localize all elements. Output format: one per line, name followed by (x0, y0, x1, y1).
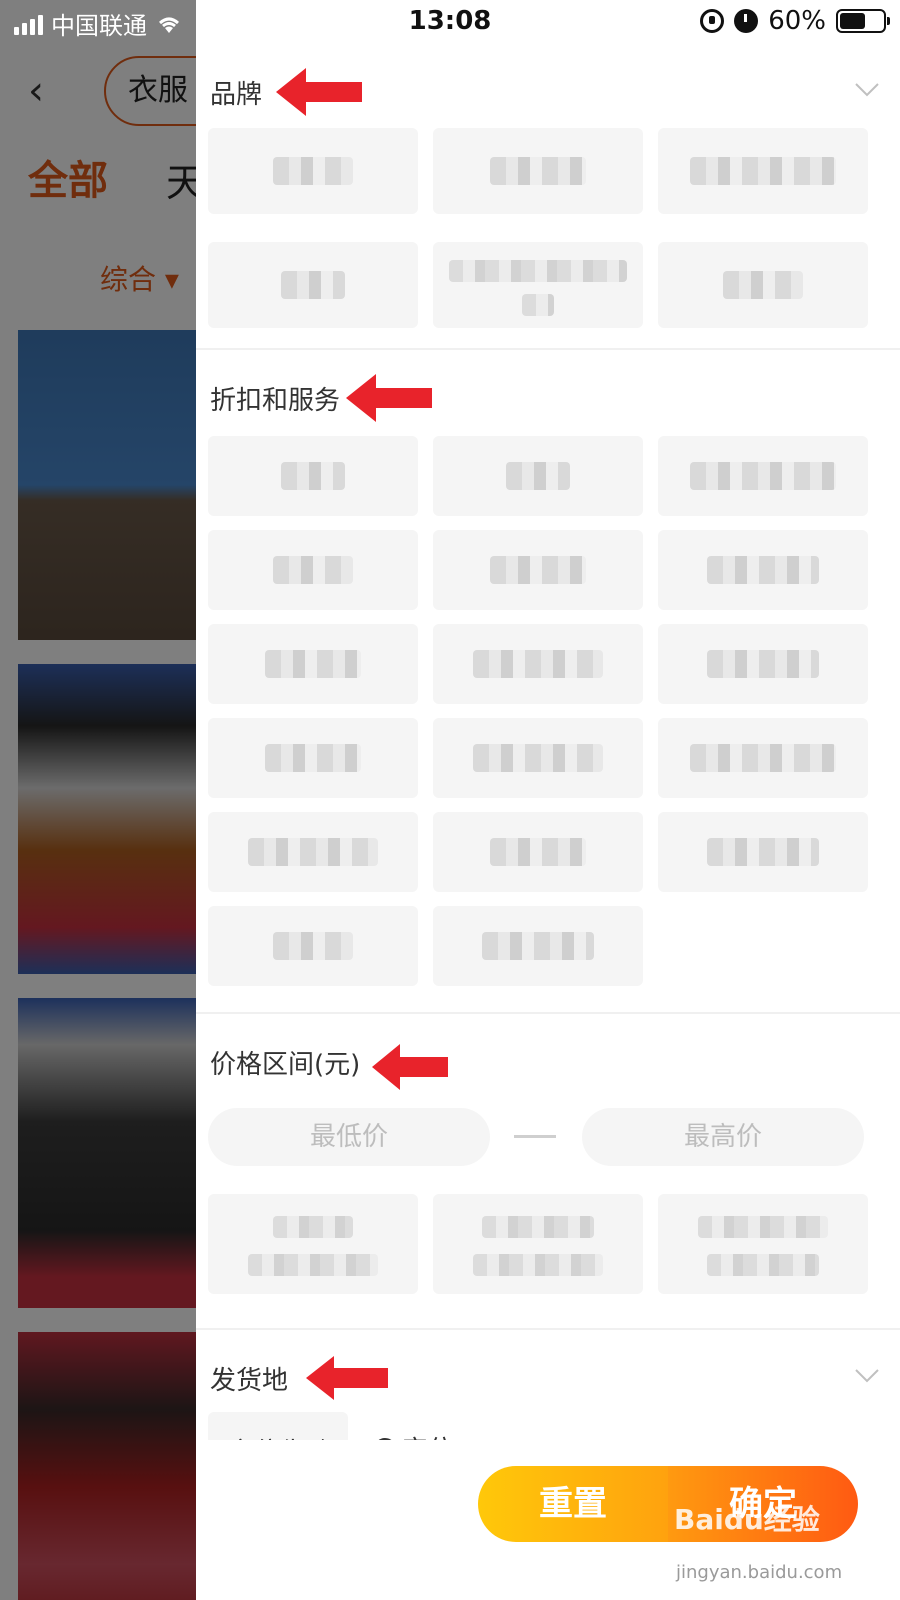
battery-percent: 60% (768, 6, 826, 36)
price-title: 价格区间(元) (210, 1050, 361, 1080)
brand-chip[interactable] (658, 242, 868, 328)
discount-chip[interactable] (208, 906, 418, 986)
annotation-arrow (276, 68, 362, 116)
chevron-down-icon[interactable] (854, 1362, 880, 1388)
discount-chip[interactable] (208, 718, 418, 798)
discount-chip[interactable] (433, 906, 643, 986)
alarm-icon (734, 9, 759, 33)
battery-icon (836, 9, 890, 33)
discount-chip[interactable] (658, 624, 868, 704)
dim-overlay[interactable] (0, 0, 200, 1600)
discount-chip[interactable] (208, 812, 418, 892)
brand-chip[interactable] (208, 242, 418, 328)
discount-chip[interactable] (433, 718, 643, 798)
section-divider (196, 1012, 900, 1014)
chevron-down-icon[interactable] (854, 76, 880, 102)
brand-chip[interactable] (658, 128, 868, 214)
baidu-watermark: Baidu经验 (674, 1503, 820, 1536)
discount-chip[interactable] (658, 812, 868, 892)
background-app: ‹ 衣服 全部 天 综合 ▾ (0, 0, 200, 1600)
ship-from-title: 发货地 (210, 1366, 289, 1396)
brand-chip[interactable] (208, 128, 418, 214)
brand-title: 品牌 (210, 80, 263, 110)
watermark-url: jingyan.baidu.com (676, 1562, 843, 1583)
discount-chip[interactable] (433, 624, 643, 704)
filter-panel: 品牌 折扣和服务 价格区间(元) 最低价 最高价 发货地 重置 确定 Baidu… (196, 0, 900, 1600)
range-dash (514, 1135, 556, 1138)
signal-icon (14, 13, 43, 35)
section-divider (196, 348, 900, 350)
status-bar: 中国联通 13:08 60% (0, 0, 900, 44)
discount-chip[interactable] (433, 436, 643, 516)
battery-fill (840, 13, 866, 29)
price-preset-chip[interactable] (658, 1194, 868, 1294)
annotation-arrow (306, 1356, 388, 1400)
carrier-name: 中国联通 (51, 12, 147, 40)
bottom-action-bar: 重置 确定 Baidu经验 jingyan.baidu.com (196, 1440, 900, 1600)
section-divider (196, 1328, 900, 1330)
brand-chip[interactable] (433, 242, 643, 328)
price-preset-chip[interactable] (208, 1194, 418, 1294)
discount-chip[interactable] (433, 812, 643, 892)
annotation-arrow (372, 1044, 448, 1090)
discount-chip[interactable] (658, 530, 868, 610)
wifi-icon (155, 13, 183, 35)
discount-chip[interactable] (208, 530, 418, 610)
discount-chip[interactable] (208, 624, 418, 704)
brand-chip[interactable] (433, 128, 643, 214)
max-price-input[interactable]: 最高价 (582, 1108, 864, 1166)
discount-chip[interactable] (433, 530, 643, 610)
annotation-arrow (346, 374, 432, 422)
discount-chip[interactable] (658, 436, 868, 516)
discount-chip[interactable] (208, 436, 418, 516)
discount-title: 折扣和服务 (210, 386, 341, 416)
price-preset-grid (208, 1194, 868, 1294)
min-price-input[interactable]: 最低价 (208, 1108, 490, 1166)
reset-button[interactable]: 重置 (478, 1466, 668, 1542)
discount-grid (208, 436, 868, 986)
brand-grid (208, 128, 868, 328)
price-range-row: 最低价 最高价 (208, 1108, 868, 1166)
price-preset-chip[interactable] (433, 1194, 643, 1294)
discount-chip[interactable] (658, 718, 868, 798)
rotation-lock-icon (700, 9, 725, 33)
